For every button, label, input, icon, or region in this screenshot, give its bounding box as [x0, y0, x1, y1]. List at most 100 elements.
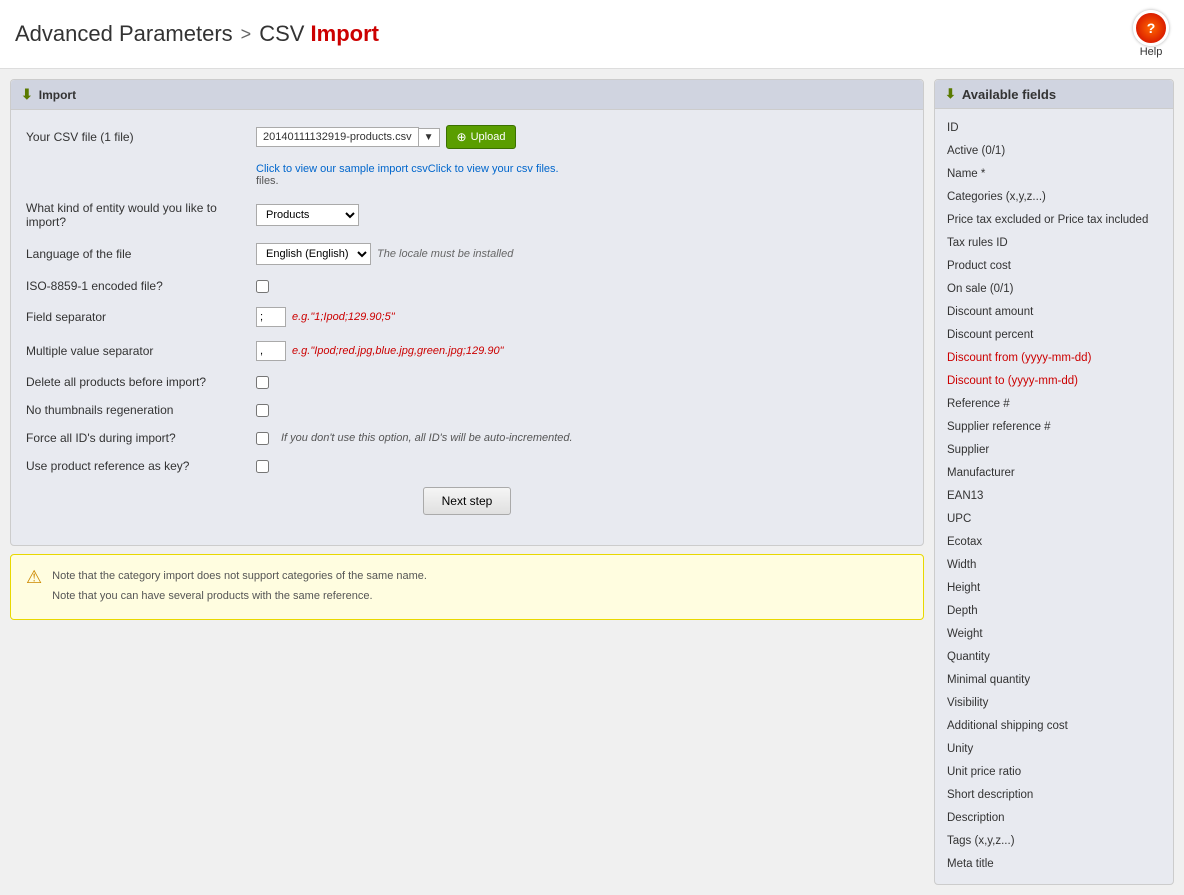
field-item: Description — [947, 807, 1161, 830]
help-icon: ? — [1133, 10, 1169, 46]
field-item: Supplier — [947, 439, 1161, 462]
help-label: Help — [1140, 46, 1163, 58]
warning-line2: Note that you can have several products … — [52, 587, 427, 607]
page-header: Advanced Parameters > CSV Import ? Help — [0, 0, 1184, 69]
csv-file-label: Your CSV file (1 file) — [26, 130, 246, 144]
language-row: Language of the file English (English) F… — [26, 243, 908, 265]
field-item: Reference # — [947, 393, 1161, 416]
file-input-group: 20140111132919-products.csv ▼ — [256, 127, 440, 147]
multi-sep-control: e.g."Ipod;red.jpg,blue.jpg,green.jpg;129… — [256, 341, 908, 361]
field-sep-control: e.g."1;Ipod;129.90;5" — [256, 307, 908, 327]
warning-text: Note that the category import does not s… — [52, 567, 427, 607]
iso-row: ISO-8859-1 encoded file? — [26, 279, 908, 293]
field-item: Unity — [947, 738, 1161, 761]
field-item: ID — [947, 117, 1161, 140]
delete-products-control — [256, 376, 908, 389]
breadcrumb-chevron: > — [241, 24, 252, 45]
use-ref-checkbox[interactable] — [256, 460, 269, 473]
field-item: Quantity — [947, 646, 1161, 669]
field-item: Tax rules ID — [947, 232, 1161, 255]
entity-row: What kind of entity would you like to im… — [26, 201, 908, 229]
fields-list: IDActive (0/1)Name *Categories (x,y,z...… — [935, 109, 1173, 884]
import-panel: ⬇ Import Your CSV file (1 file) 20140111… — [10, 79, 924, 546]
thumbnails-label: No thumbnails regeneration — [26, 403, 246, 417]
field-item: Width — [947, 554, 1161, 577]
main-content: ⬇ Import Your CSV file (1 file) 20140111… — [0, 69, 1184, 895]
delete-products-row: Delete all products before import? — [26, 375, 908, 389]
delete-products-label: Delete all products before import? — [26, 375, 246, 389]
available-fields-panel: ⬇ Available fields IDActive (0/1)Name *C… — [934, 79, 1174, 885]
iso-control — [256, 280, 908, 293]
iso-checkbox[interactable] — [256, 280, 269, 293]
import-tab-label: Import — [39, 88, 76, 102]
field-item: Active (0/1) — [947, 140, 1161, 163]
view-csv-link[interactable]: Click to view your csv files. — [428, 163, 559, 175]
breadcrumb-end: CSV Import — [259, 21, 379, 47]
iso-label: ISO-8859-1 encoded file? — [26, 279, 246, 293]
force-ids-label: Force all ID's during import? — [26, 431, 246, 445]
available-fields-header: ⬇ Available fields — [935, 80, 1173, 109]
field-item: Meta title — [947, 853, 1161, 876]
field-item: UPC — [947, 508, 1161, 531]
thumbnails-control — [256, 404, 908, 417]
left-panel: ⬇ Import Your CSV file (1 file) 20140111… — [10, 79, 924, 885]
field-item: Discount percent — [947, 324, 1161, 347]
field-item: Unit price ratio — [947, 761, 1161, 784]
upload-icon: ⊕ — [457, 130, 467, 144]
field-sep-row: Field separator e.g."1;Ipod;129.90;5" — [26, 307, 908, 327]
locale-note: The locale must be installed — [377, 248, 513, 260]
field-item: Price tax excluded or Price tax included — [947, 209, 1161, 232]
info-text: Click to view our sample import csvClick… — [256, 163, 908, 187]
use-ref-row: Use product reference as key? — [26, 459, 908, 473]
csv-file-row: Your CSV file (1 file) 20140111132919-pr… — [26, 125, 908, 149]
help-button[interactable]: ? Help — [1133, 10, 1169, 58]
warning-icon: ⚠ — [26, 567, 42, 588]
force-ids-note: If you don't use this option, all ID's w… — [281, 432, 573, 444]
delete-products-checkbox[interactable] — [256, 376, 269, 389]
use-ref-label: Use product reference as key? — [26, 459, 246, 473]
field-item: Supplier reference # — [947, 416, 1161, 439]
csv-dropdown-arrow[interactable]: ▼ — [419, 128, 440, 147]
field-item: On sale (0/1) — [947, 278, 1161, 301]
language-label: Language of the file — [26, 247, 246, 261]
field-item: Visibility — [947, 692, 1161, 715]
use-ref-control — [256, 460, 908, 473]
right-panel: ⬇ Available fields IDActive (0/1)Name *C… — [934, 79, 1174, 885]
force-ids-checkbox[interactable] — [256, 432, 269, 445]
language-select[interactable]: English (English) French (French) — [256, 243, 371, 265]
thumbnails-row: No thumbnails regeneration — [26, 403, 908, 417]
entity-select[interactable]: Products Categories Customers Addresses … — [256, 204, 359, 226]
field-item: EAN13 — [947, 485, 1161, 508]
field-item: Product cost — [947, 255, 1161, 278]
breadcrumb-start: Advanced Parameters — [15, 21, 233, 47]
field-item: Ecotax — [947, 531, 1161, 554]
upload-button[interactable]: ⊕ Upload — [446, 125, 517, 149]
csv-file-control: 20140111132919-products.csv ▼ ⊕ Upload — [256, 125, 908, 149]
field-item: Tags (x,y,z...) — [947, 830, 1161, 853]
field-sep-input[interactable] — [256, 307, 286, 327]
csv-filename-display: 20140111132919-products.csv — [256, 127, 419, 147]
import-icon: ⬇ — [21, 86, 33, 103]
btn-row: Next step — [26, 487, 908, 515]
field-item: Manufacturer — [947, 462, 1161, 485]
thumbnails-checkbox[interactable] — [256, 404, 269, 417]
multi-sep-input[interactable] — [256, 341, 286, 361]
sample-import-link[interactable]: Click to view our sample import csv — [256, 163, 428, 175]
language-control: English (English) French (French) The lo… — [256, 243, 908, 265]
field-item: Categories (x,y,z...) — [947, 186, 1161, 209]
next-step-button[interactable]: Next step — [423, 487, 512, 515]
multi-sep-example: e.g."Ipod;red.jpg,blue.jpg,green.jpg;129… — [292, 345, 503, 357]
field-item: Weight — [947, 623, 1161, 646]
field-item: Discount amount — [947, 301, 1161, 324]
field-item: Discount to (yyyy-mm-dd) — [947, 370, 1161, 393]
multi-sep-label: Multiple value separator — [26, 344, 246, 358]
force-ids-row: Force all ID's during import? If you don… — [26, 431, 908, 445]
warning-line1: Note that the category import does not s… — [52, 567, 427, 587]
warning-box: ⚠ Note that the category import does not… — [10, 554, 924, 620]
available-fields-icon: ⬇ — [945, 86, 956, 102]
field-sep-label: Field separator — [26, 310, 246, 324]
available-fields-title: Available fields — [962, 87, 1056, 102]
upload-label: Upload — [471, 131, 506, 143]
entity-label: What kind of entity would you like to im… — [26, 201, 246, 229]
field-item: Minimal quantity — [947, 669, 1161, 692]
